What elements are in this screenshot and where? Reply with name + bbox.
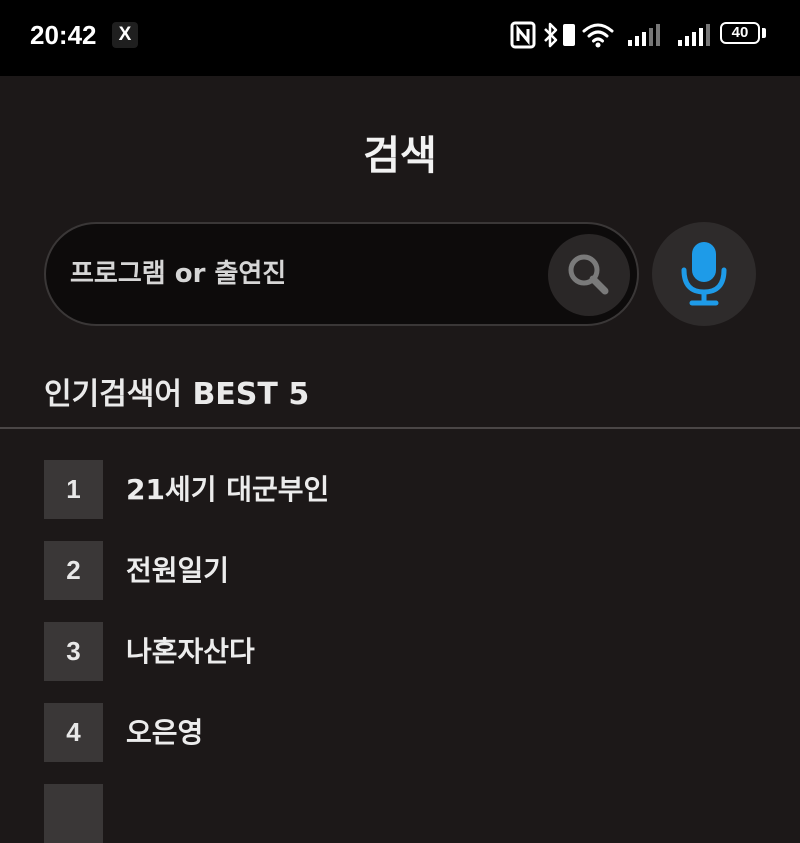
signal-icon <box>628 24 660 46</box>
popular-search-item-2[interactable]: 2 전원일기 <box>44 541 744 600</box>
rank-number: 3 <box>44 622 103 681</box>
signal-icon <box>678 24 710 46</box>
popular-search-item-1[interactable]: 1 21세기 대군부인 <box>44 460 744 519</box>
search-input[interactable] <box>70 250 540 298</box>
rank-number-partial <box>44 784 103 843</box>
rank-number: 1 <box>44 460 103 519</box>
search-icon <box>568 254 609 295</box>
page-title: 검색 <box>363 133 437 179</box>
rank-label: 오은영 <box>126 716 204 749</box>
bluetooth-icon <box>544 22 558 48</box>
voice-search-button[interactable] <box>652 222 756 326</box>
search-box[interactable] <box>44 222 639 326</box>
popular-searches-title: 인기검색어 BEST 5 <box>44 377 310 412</box>
divider <box>0 427 800 429</box>
rank-number: 4 <box>44 703 103 762</box>
popular-search-item-4[interactable]: 4 오은영 <box>44 703 744 762</box>
battery-tip <box>762 28 766 38</box>
battery-saver-icon <box>563 24 575 46</box>
popular-search-item-5[interactable] <box>44 784 744 843</box>
status-time: 20:42 <box>30 20 97 50</box>
mic-icon <box>681 242 727 306</box>
popular-search-item-3[interactable]: 3 나혼자산다 <box>44 622 744 681</box>
wifi-icon <box>582 23 614 48</box>
battery-icon: 40 <box>720 22 760 44</box>
status-bar: 20:42 X 40 <box>0 0 800 76</box>
rank-number: 2 <box>44 541 103 600</box>
rank-label: 21세기 대군부인 <box>126 473 330 506</box>
x-app-icon: X <box>112 22 138 48</box>
rank-label: 전원일기 <box>126 554 230 587</box>
rank-label: 나혼자산다 <box>126 635 255 668</box>
nfc-icon <box>510 21 536 49</box>
search-button[interactable] <box>548 234 630 316</box>
